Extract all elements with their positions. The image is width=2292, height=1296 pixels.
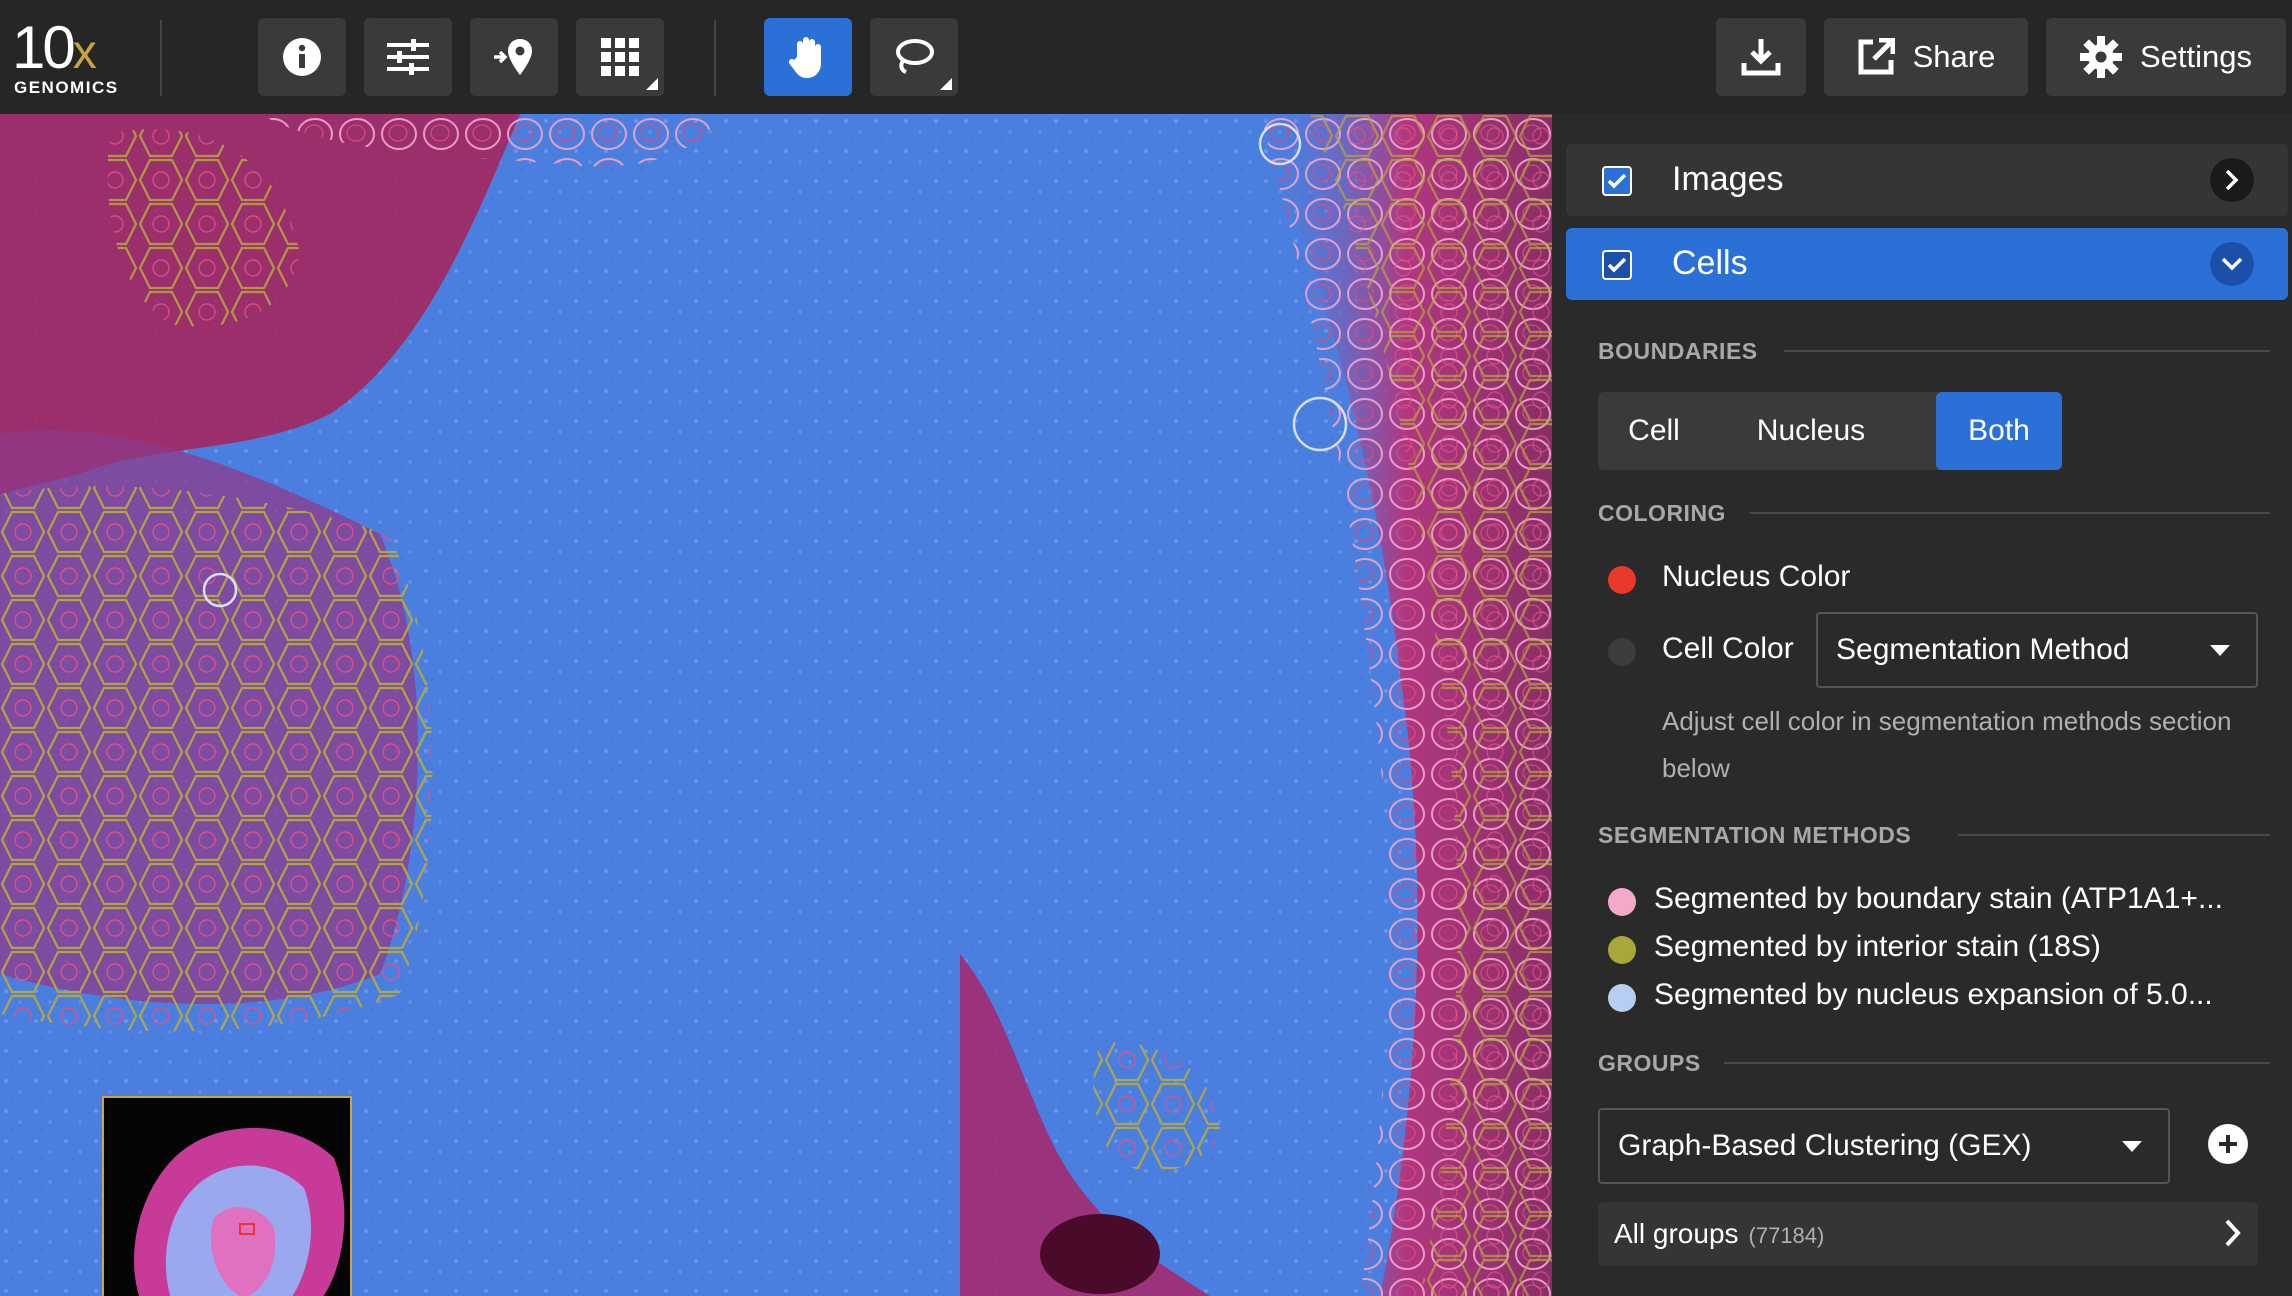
toolbar-divider — [714, 20, 716, 96]
collapse-cells-button[interactable] — [2210, 242, 2254, 286]
info-button[interactable] — [258, 18, 346, 96]
chevron-right-icon — [2225, 169, 2239, 191]
all-groups-row[interactable]: All groups (77184) — [1598, 1202, 2258, 1266]
submenu-indicator — [940, 78, 952, 90]
layer-cells[interactable]: Cells — [1566, 228, 2288, 300]
10x-genomics-logo: 10x GENOMICS — [12, 14, 119, 98]
chevron-down-icon — [2210, 645, 2230, 656]
chevron-right-icon — [2225, 1219, 2241, 1247]
gear-icon — [2079, 36, 2122, 78]
tissue-image-viewer[interactable] — [0, 114, 1552, 1296]
boundary-cell-button[interactable]: Cell — [1598, 392, 1710, 470]
overview-minimap[interactable] — [102, 1096, 352, 1296]
top-toolbar: 10x GENOMICS Share Settings — [0, 0, 2292, 114]
layer-cells-label: Cells — [1672, 244, 1748, 282]
section-divider — [1724, 1062, 2270, 1064]
groups-dropdown-value: Graph-Based Clustering (GEX) — [1618, 1129, 2032, 1162]
all-groups-label: All groups — [1614, 1218, 1739, 1249]
images-checkbox[interactable] — [1602, 166, 1632, 196]
segmentation-method-swatch[interactable] — [1608, 888, 1636, 916]
segmentation-method-label: Segmented by boundary stain (ATP1A1+... — [1654, 882, 2223, 915]
segmentation-method-swatch[interactable] — [1608, 936, 1636, 964]
settings-label: Settings — [2139, 39, 2252, 74]
expand-images-button[interactable] — [2210, 158, 2254, 202]
boundary-nucleus-button[interactable]: Nucleus — [1722, 392, 1900, 470]
grid-view-button[interactable] — [576, 18, 664, 96]
segmentation-method-label: Segmented by nucleus expansion of 5.0... — [1654, 978, 2213, 1011]
lasso-icon — [896, 39, 934, 74]
nucleus-color-swatch[interactable] — [1608, 566, 1636, 594]
segmentation-method-swatch[interactable] — [1608, 984, 1636, 1012]
coloring-section-title: COLORING — [1598, 500, 1726, 526]
layer-images-label: Images — [1672, 160, 1784, 198]
section-divider — [1784, 350, 2270, 352]
hand-icon — [789, 37, 821, 78]
segmentation-method-label: Segmented by interior stain (18S) — [1654, 930, 2101, 963]
sliders-icon — [387, 39, 429, 75]
layer-images[interactable]: Images — [1566, 144, 2288, 216]
cell-color-swatch[interactable] — [1608, 638, 1636, 666]
cell-color-label: Cell Color — [1662, 632, 1794, 665]
all-groups-count: (77184) — [1748, 1223, 1825, 1248]
share-label: Share — [1912, 39, 1996, 74]
section-divider — [1750, 512, 2270, 514]
segmentation-section-title: SEGMENTATION METHODS — [1598, 822, 1912, 848]
checkmark-icon — [1607, 173, 1627, 189]
location-pin-icon — [494, 39, 532, 75]
plus-icon — [2219, 1135, 2237, 1153]
download-button[interactable] — [1716, 18, 1806, 96]
boundaries-section-title: BOUNDARIES — [1598, 338, 1758, 364]
chevron-down-icon — [2221, 257, 2243, 271]
boundary-both-button[interactable]: Both — [1936, 392, 2062, 470]
add-group-button[interactable] — [2208, 1124, 2248, 1164]
xenium-explorer-app: 10x GENOMICS Share Settings Images Cells… — [0, 0, 2292, 1296]
info-icon — [283, 38, 321, 76]
cell-color-dropdown[interactable]: Segmentation Method — [1816, 612, 2258, 688]
grid-icon — [601, 38, 639, 76]
minimap-thumbnail — [104, 1098, 350, 1296]
external-link-icon — [1858, 38, 1895, 75]
lasso-tool-button[interactable] — [870, 18, 958, 96]
checkmark-icon — [1607, 257, 1627, 273]
nucleus-color-label: Nucleus Color — [1662, 560, 1851, 593]
share-button[interactable]: Share — [1824, 18, 2028, 96]
section-divider — [1958, 834, 2270, 836]
settings-button[interactable]: Settings — [2046, 18, 2286, 96]
image-adjust-button[interactable] — [364, 18, 452, 96]
chevron-down-icon — [2122, 1141, 2142, 1152]
pan-tool-button[interactable] — [764, 18, 852, 96]
add-location-button[interactable] — [470, 18, 558, 96]
submenu-indicator — [646, 78, 658, 90]
cells-checkbox[interactable] — [1602, 250, 1632, 280]
download-icon — [1741, 39, 1781, 76]
layers-panel: Images Cells BOUNDARIES Cell Nucleus Bot… — [1552, 114, 2292, 1296]
cell-color-hint: Adjust cell color in segmentation method… — [1662, 706, 2232, 783]
groups-dropdown[interactable]: Graph-Based Clustering (GEX) — [1598, 1108, 2170, 1184]
cell-color-dropdown-value: Segmentation Method — [1836, 633, 2130, 666]
toolbar-divider — [160, 20, 162, 96]
boundaries-toggle-group: Cell Nucleus Both — [1598, 392, 2062, 470]
groups-section-title: GROUPS — [1598, 1050, 1701, 1076]
